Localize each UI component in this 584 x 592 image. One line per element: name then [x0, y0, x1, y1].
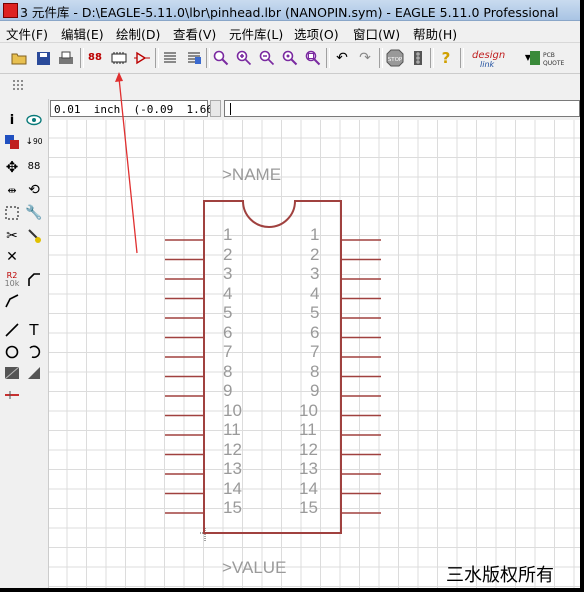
window-border-right: [580, 0, 584, 592]
annotation-layer: [115, 72, 138, 254]
window-border-bottom: [0, 588, 584, 592]
annotation-arrowhead: [115, 72, 123, 82]
watermark-text: 三水版权所有: [446, 565, 554, 586]
annotation-arrow-line: [118, 77, 138, 254]
